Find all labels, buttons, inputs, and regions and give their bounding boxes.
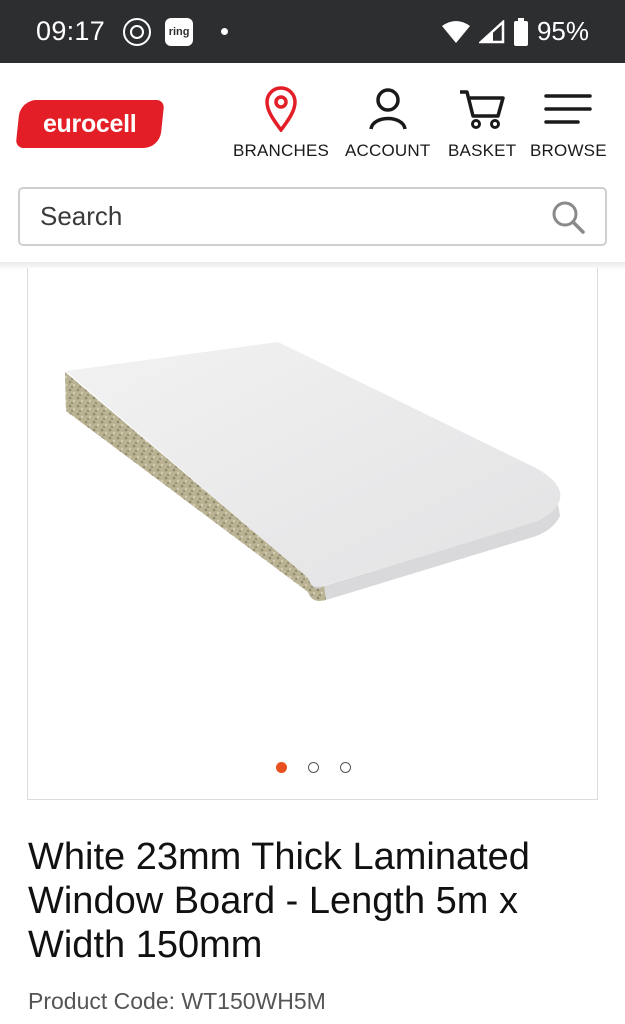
carousel-dots — [28, 762, 599, 773]
nav-browse-label: BROWSE — [530, 141, 607, 160]
nav-basket-label: BASKET — [448, 141, 517, 160]
nav-basket[interactable]: BASKET — [448, 85, 516, 161]
nav-account[interactable]: ACCOUNT — [345, 85, 430, 161]
status-bar: 09:17 ring 95% — [0, 0, 625, 63]
status-time: 09:17 — [36, 16, 106, 46]
battery-icon — [513, 17, 528, 46]
nav-browse[interactable]: BROWSE — [530, 85, 607, 161]
nfc-icon — [123, 17, 152, 46]
cell-signal-icon — [478, 19, 505, 43]
nav-account-label: ACCOUNT — [345, 141, 431, 160]
site-header: eurocell BRANCHES ACCOUNT BASKET BROWSE — [0, 63, 625, 183]
search-input[interactable] — [40, 201, 520, 232]
carousel-dot-3[interactable] — [340, 762, 351, 773]
product-image — [65, 342, 561, 601]
search-icon[interactable] — [551, 200, 585, 234]
menu-icon — [544, 85, 593, 133]
nav-branches-label: BRANCHES — [233, 141, 330, 160]
carousel-dot-2[interactable] — [308, 762, 319, 773]
battery-percent: 95% — [536, 16, 589, 46]
notification-dot-icon — [221, 28, 229, 35]
ring-app-icon: ring — [165, 17, 194, 46]
cart-icon — [458, 85, 506, 133]
wifi-icon — [441, 20, 470, 43]
product-title: White 23mm Thick Laminated Window Board … — [28, 836, 530, 966]
location-pin-icon — [264, 85, 298, 133]
carousel-dot-1[interactable] — [276, 762, 287, 773]
nav-branches[interactable]: BRANCHES — [233, 85, 329, 161]
search-bar[interactable] — [18, 187, 607, 246]
user-icon — [368, 85, 408, 133]
product-code: Product Code: WT150WH5M — [28, 988, 326, 1014]
logo-text: eurocell — [43, 109, 137, 138]
product-image-carousel[interactable] — [27, 268, 598, 800]
eurocell-logo[interactable]: eurocell — [15, 100, 165, 148]
